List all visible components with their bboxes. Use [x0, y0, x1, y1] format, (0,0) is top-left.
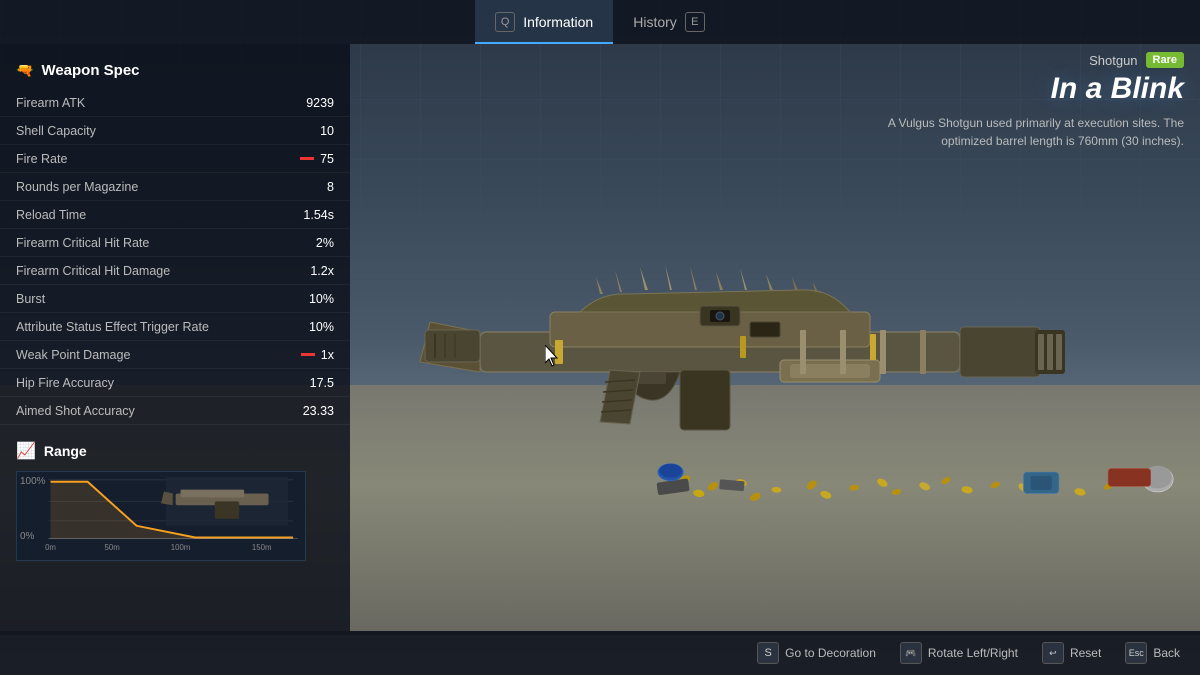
svg-text:150m: 150m: [252, 543, 272, 552]
stat-label-fire-rate: Fire Rate: [16, 152, 67, 166]
tab-information-key: Q: [495, 12, 515, 32]
stat-row-firearm-atk: Firearm ATK 9239: [0, 89, 350, 117]
weapon-spec-label: Weapon Spec: [41, 62, 139, 79]
svg-text:50m: 50m: [105, 543, 120, 552]
stat-label-shell-capacity: Shell Capacity: [16, 124, 96, 138]
svg-text:100m: 100m: [171, 543, 191, 552]
range-section: 📈 Range 100% 0% 0m 50m: [0, 441, 350, 561]
weapon-spec-title: 🔫 Weapon Spec: [0, 56, 350, 89]
floor-items: [600, 351, 1200, 551]
stat-row-hip-fire: Hip Fire Accuracy 17.5: [0, 369, 350, 397]
rotate-label: Rotate Left/Right: [928, 646, 1018, 660]
weapon-display-area: [300, 100, 1200, 595]
stat-value-critical-hit-rate: 2%: [316, 236, 334, 250]
stat-row-fire-rate: Fire Rate 75: [0, 145, 350, 173]
stat-label-firearm-atk: Firearm ATK: [16, 96, 85, 110]
weapon-description: A Vulgus Shotgun used primarily at execu…: [864, 114, 1184, 150]
action-rotate: 🎮 Rotate Left/Right: [900, 642, 1018, 664]
stat-value-weak-point: 1x: [301, 348, 334, 362]
stat-value-rounds-per-mag: 8: [327, 180, 334, 194]
back-key: Esc: [1125, 642, 1147, 664]
stat-value-critical-hit-damage: 1.2x: [310, 264, 334, 278]
action-decoration: S Go to Decoration: [757, 642, 876, 664]
tab-history[interactable]: History E: [613, 0, 725, 44]
stat-row-burst: Burst 10%: [0, 285, 350, 313]
stat-value-aimed-shot: 23.33: [303, 404, 334, 418]
bottom-action-bar: S Go to Decoration 🎮 Rotate Left/Right ↩…: [0, 631, 1200, 675]
tab-information[interactable]: Q Information: [475, 0, 613, 44]
weapon-type-label: Shotgun: [1089, 53, 1137, 68]
tab-history-key: E: [685, 12, 705, 32]
range-chart: 100% 0% 0m 50m 100m 150m: [16, 471, 306, 561]
reset-key: ↩: [1042, 642, 1064, 664]
action-reset: ↩ Reset: [1042, 642, 1101, 664]
reset-label: Reset: [1070, 646, 1101, 660]
range-title: 📈 Range: [16, 441, 334, 461]
stat-value-attribute-trigger: 10%: [309, 320, 334, 334]
weapon-info-panel: Shotgun Rare In a Blink A Vulgus Shotgun…: [864, 52, 1184, 150]
rotate-key: 🎮: [900, 642, 922, 664]
stat-label-reload-time: Reload Time: [16, 208, 86, 222]
stat-value-reload-time: 1.54s: [303, 208, 334, 222]
fire-rate-bar: [300, 157, 314, 160]
stat-label-weak-point: Weak Point Damage: [16, 348, 130, 362]
stat-label-burst: Burst: [16, 292, 45, 306]
svg-text:0m: 0m: [45, 543, 56, 552]
stat-row-attribute-trigger: Attribute Status Effect Trigger Rate 10%: [0, 313, 350, 341]
stat-value-shell-capacity: 10: [320, 124, 334, 138]
stat-row-critical-hit-rate: Firearm Critical Hit Rate 2%: [0, 229, 350, 257]
stat-label-rounds-per-mag: Rounds per Magazine: [16, 180, 138, 194]
decoration-label: Go to Decoration: [785, 646, 876, 660]
stat-row-aimed-shot: Aimed Shot Accuracy 23.33: [0, 397, 350, 425]
tab-history-label: History: [633, 14, 677, 30]
range-chart-icon: 📈: [16, 441, 36, 461]
rarity-badge: Rare: [1146, 52, 1184, 68]
stat-label-attribute-trigger: Attribute Status Effect Trigger Rate: [16, 320, 209, 334]
stat-row-reload-time: Reload Time 1.54s: [0, 201, 350, 229]
back-label: Back: [1153, 646, 1180, 660]
tab-information-label: Information: [523, 14, 593, 30]
stat-label-critical-hit-damage: Firearm Critical Hit Damage: [16, 264, 170, 278]
stat-value-firearm-atk: 9239: [306, 96, 334, 110]
stat-row-rounds-per-mag: Rounds per Magazine 8: [0, 173, 350, 201]
stat-row-shell-capacity: Shell Capacity 10: [0, 117, 350, 145]
stat-value-burst: 10%: [309, 292, 334, 306]
top-navigation: Q Information History E: [0, 0, 1200, 44]
weapon-name: In a Blink: [864, 72, 1184, 106]
stat-row-critical-hit-damage: Firearm Critical Hit Damage 1.2x: [0, 257, 350, 285]
action-back: Esc Back: [1125, 642, 1180, 664]
stat-value-hip-fire: 17.5: [310, 376, 334, 390]
range-label: Range: [44, 443, 87, 459]
stat-value-fire-rate: 75: [300, 152, 334, 166]
stat-row-weak-point: Weak Point Damage 1x: [0, 341, 350, 369]
weapon-type-row: Shotgun Rare: [864, 52, 1184, 68]
decoration-key: S: [757, 642, 779, 664]
stats-panel: 🔫 Weapon Spec Firearm ATK 9239 Shell Cap…: [0, 44, 350, 631]
stat-label-hip-fire: Hip Fire Accuracy: [16, 376, 114, 390]
weak-point-bar: [301, 353, 315, 356]
stat-label-aimed-shot: Aimed Shot Accuracy: [16, 404, 135, 418]
stat-label-critical-hit-rate: Firearm Critical Hit Rate: [16, 236, 149, 250]
gun-icon: 🔫: [16, 62, 33, 79]
